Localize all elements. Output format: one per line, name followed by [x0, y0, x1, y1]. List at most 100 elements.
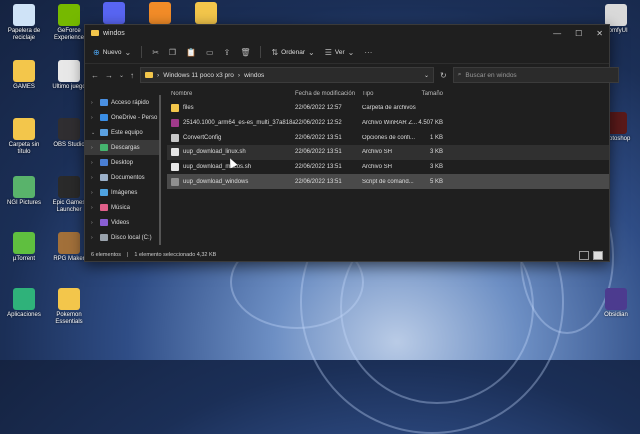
- divider: |: [126, 252, 129, 258]
- file-row[interactable]: 25140.1000_arm64_es-es_multi_37a818af...…: [167, 116, 609, 131]
- sidebar-item[interactable]: › Imágenes: [85, 185, 161, 200]
- breadcrumb-item[interactable]: Windows 11 poco x3 pro: [163, 72, 234, 79]
- chevron-icon[interactable]: ›: [91, 100, 97, 106]
- star-icon: [100, 99, 108, 106]
- sidebar-item[interactable]: ⌄ Este equipo: [85, 125, 161, 140]
- videos-icon: [100, 219, 108, 226]
- title-bar[interactable]: windos — ☐ ✕: [85, 25, 609, 41]
- new-button[interactable]: ⊕ Nuevo ⌄: [93, 48, 131, 57]
- rename-icon[interactable]: ▭: [206, 48, 214, 57]
- explorer-body: › Acceso rápido › OneDrive - Perso ⌄ Este equ…: [85, 87, 609, 249]
- chevron-icon[interactable]: ›: [91, 160, 97, 166]
- paste-icon[interactable]: 📋: [186, 48, 196, 57]
- divider: [260, 46, 262, 58]
- tiles-view-button[interactable]: [593, 250, 603, 260]
- cut-icon[interactable]: ✂: [152, 48, 159, 57]
- file-row[interactable]: ConvertConfig 22/06/2022 13:51 Opciones de…: [167, 130, 609, 145]
- details-view-button[interactable]: [579, 250, 589, 260]
- folder-icon: [58, 288, 80, 310]
- file-icon: [171, 104, 179, 113]
- desktop-shortcut-label: Papelera de reciclaje: [7, 28, 41, 41]
- minimize-button[interactable]: —: [553, 29, 561, 38]
- item-count: 6 elementos: [91, 252, 121, 258]
- column-date-header[interactable]: Fecha de modificación: [295, 91, 362, 97]
- column-name-header[interactable]: Nombre: [167, 91, 295, 97]
- breadcrumb-separator: ›: [237, 71, 241, 79]
- chevron-icon[interactable]: ›: [91, 220, 97, 226]
- address-bar[interactable]: › Windows 11 poco x3 pro › windos ⌄: [140, 67, 435, 83]
- sidebar-item-label: Acceso rápido: [111, 99, 150, 106]
- chevron-down-icon[interactable]: ⌄: [424, 72, 429, 79]
- desktop-shortcut[interactable]: Papelera de reciclaje: [2, 4, 46, 42]
- chevron-down-icon: ⌄: [124, 47, 132, 57]
- file-name-cell: uup_download_linux.sh: [167, 148, 295, 157]
- breadcrumb-separator: ›: [157, 71, 160, 79]
- file-icon: [171, 133, 179, 142]
- file-rows: files 22/06/2022 12:57 Carpeta de archivos…: [167, 101, 609, 190]
- sidebar-item[interactable]: › Disco local (C:): [85, 230, 161, 245]
- chevron-icon[interactable]: ›: [91, 145, 97, 151]
- share-icon[interactable]: ⇪: [224, 48, 231, 57]
- close-button[interactable]: ✕: [596, 29, 603, 38]
- sidebar-item-label: Música: [111, 204, 131, 211]
- column-type-header[interactable]: Tipo: [362, 91, 418, 97]
- file-date: 22/06/2022 13:51: [295, 164, 342, 171]
- desktop-shortcut[interactable]: µTorrent: [2, 232, 46, 263]
- maximize-button[interactable]: ☐: [575, 29, 582, 38]
- desktop-shortcut[interactable]: NGI Pictures: [2, 176, 46, 207]
- file-row[interactable]: files 22/06/2022 12:57 Carpeta de archivos: [167, 101, 609, 116]
- chevron-icon[interactable]: ⌄: [91, 130, 97, 136]
- desktop-shortcut[interactable]: Pokemon Essentials: [47, 288, 91, 326]
- file-icon: [171, 119, 179, 128]
- nvidia-icon: [58, 4, 80, 26]
- desktop-shortcut-label: µTorrent: [12, 256, 36, 262]
- status-bar: 6 elementos | 1 elemento seleccionado 4,…: [85, 249, 609, 261]
- file-row[interactable]: uup_download_windows 22/06/2022 13:51 Scri…: [167, 174, 609, 190]
- desktop-shortcut[interactable]: Carpeta sin título: [2, 118, 46, 156]
- chevron-down-icon[interactable]: ⌄: [119, 72, 124, 79]
- folder-icon: [145, 72, 154, 78]
- file-size: 4.507 KB: [418, 120, 443, 127]
- download-icon: [100, 144, 108, 151]
- sidebar-item[interactable]: › Música: [85, 200, 161, 215]
- delete-icon[interactable]: 🗑: [240, 48, 250, 57]
- desktop-shortcut[interactable]: Aplicaciones: [2, 288, 46, 319]
- chevron-icon[interactable]: ›: [91, 190, 97, 196]
- search-placeholder: Buscar en windos: [465, 71, 517, 79]
- sidebar-item[interactable]: › OneDrive - Perso: [85, 110, 161, 125]
- chevron-icon[interactable]: ›: [91, 235, 97, 241]
- desktop-shortcut[interactable]: Obsidian: [594, 288, 638, 319]
- sidebar-item-label: Disco local (C:): [111, 234, 152, 241]
- chevron-icon[interactable]: ›: [91, 175, 97, 181]
- copy-icon[interactable]: ❐: [169, 48, 176, 57]
- search-input[interactable]: ⌕ Buscar en windos: [452, 67, 619, 83]
- up-icon[interactable]: ↑: [130, 71, 134, 80]
- sidebar-item[interactable]: › Desktop: [85, 155, 161, 170]
- sidebar-item[interactable]: › Descargas: [85, 140, 161, 155]
- chevron-icon[interactable]: ›: [91, 115, 97, 121]
- file-explorer-window[interactable]: windos — ☐ ✕ ⊕ Nuevo ⌄ ✂ ❐ 📋 ▭ ⇪ 🗑 ⇅ Ord…: [84, 24, 619, 262]
- breadcrumb-item[interactable]: windos: [244, 72, 264, 79]
- desktop-shortcut-label: Pokemon Essentials: [55, 312, 83, 325]
- navigation-pane: › Acceso rápido › OneDrive - Perso ⌄ Este equ…: [85, 87, 161, 249]
- sidebar-item[interactable]: › Videos: [85, 215, 161, 230]
- desktop-shortcut[interactable]: GAMES: [2, 60, 46, 91]
- flstudio-icon: [149, 2, 171, 24]
- refresh-icon[interactable]: ↻: [440, 71, 447, 80]
- file-icon: [171, 148, 179, 157]
- column-size-header[interactable]: Tamaño: [418, 91, 443, 97]
- music-icon: [100, 204, 108, 211]
- file-date: 22/06/2022 12:52: [295, 120, 342, 127]
- forward-icon[interactable]: →: [105, 71, 113, 80]
- app-icon: [605, 4, 627, 26]
- back-icon[interactable]: ←: [91, 71, 99, 80]
- sidebar-item[interactable]: › Acceso rápido: [85, 95, 161, 110]
- sort-button[interactable]: ⇅ Ordenar ⌄: [271, 48, 314, 57]
- new-icon: ⊕: [93, 47, 100, 57]
- file-icon: [58, 60, 80, 82]
- file-type: Carpeta de archivos: [362, 105, 416, 112]
- chevron-icon[interactable]: ›: [91, 205, 97, 211]
- sidebar-item[interactable]: › Documentos: [85, 170, 161, 185]
- view-button[interactable]: ☰ Ver ⌄: [325, 48, 355, 57]
- more-options-button[interactable]: ···: [364, 48, 372, 57]
